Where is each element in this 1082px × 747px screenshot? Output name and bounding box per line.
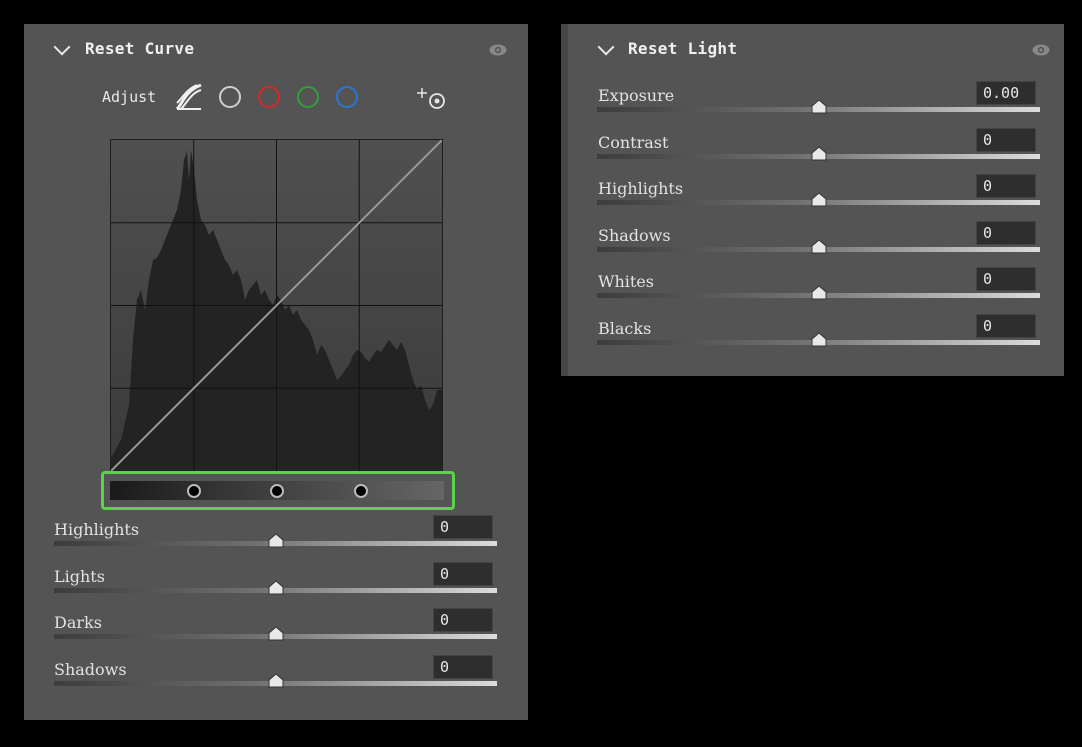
split-strip-frame (101, 471, 455, 510)
value-field-blacks[interactable]: 0 (976, 313, 1036, 338)
targeted-adjustment-icon[interactable] (416, 86, 448, 112)
chevron-down-icon[interactable] (53, 38, 71, 56)
curve-histogram (110, 139, 443, 472)
slider-label-exposure: Exposure (598, 86, 675, 105)
value-field-highlights[interactable]: 0 (433, 515, 493, 539)
eye-icon[interactable] (489, 44, 507, 56)
thumb-icon[interactable] (811, 238, 827, 254)
thumb-icon[interactable] (811, 285, 827, 300)
value-field-shadows[interactable]: 0 (433, 655, 493, 680)
split-point-knob[interactable] (353, 484, 368, 498)
curve-panel-title[interactable]: Reset Curve (85, 39, 194, 58)
slider-label-whites: Whites (598, 272, 654, 291)
curve-panel: Reset Curve Adjust Highlights 0 Lights 0… (24, 24, 528, 720)
slider-label-shadows: Shadows (598, 225, 671, 245)
thumb-icon[interactable] (268, 673, 284, 688)
thumb-icon[interactable] (811, 145, 827, 161)
thumb-icon[interactable] (268, 533, 284, 548)
value-field-contrast[interactable]: 0 (976, 127, 1036, 152)
slider-label-contrast: Contrast (598, 132, 669, 152)
slider-label-shadows: Shadows (54, 660, 127, 680)
slider-label-highlights: Highlights (54, 520, 140, 539)
value-field-exposure[interactable]: 0.00 (976, 81, 1036, 105)
split-point-knob[interactable] (270, 484, 284, 498)
eye-icon[interactable] (1032, 44, 1050, 56)
value-field-shadows[interactable]: 0 (976, 220, 1036, 245)
chevron-down-icon[interactable] (597, 38, 615, 56)
light-panel: Reset Light Exposure 0.00 Contrast 0 Highlig… (561, 24, 1064, 376)
split-point-knob[interactable] (186, 484, 201, 498)
slider-label-blacks: Blacks (598, 318, 652, 338)
parametric-curve-icon[interactable] (175, 83, 203, 111)
value-field-whites[interactable]: 0 (976, 267, 1036, 291)
adjust-label: Adjust (102, 88, 157, 106)
split-strip[interactable] (110, 481, 444, 500)
value-field-darks[interactable]: 0 (433, 608, 493, 633)
thumb-icon[interactable] (811, 99, 827, 114)
slider-label-highlights: Highlights (598, 179, 684, 198)
red-channel-icon[interactable] (258, 86, 280, 108)
panel-edge (561, 24, 568, 376)
value-field-lights[interactable]: 0 (433, 561, 493, 586)
curve-panel-header[interactable]: Reset Curve (24, 24, 528, 72)
slider-label-darks: Darks (54, 613, 102, 633)
luminance-channel-icon[interactable] (219, 86, 241, 108)
curve-graph[interactable] (110, 139, 443, 472)
thumb-icon[interactable] (268, 626, 284, 641)
green-channel-icon[interactable] (297, 86, 319, 108)
thumb-icon[interactable] (268, 580, 284, 595)
blue-channel-icon[interactable] (336, 86, 358, 108)
slider-label-lights: Lights (54, 566, 105, 586)
thumb-icon[interactable] (811, 192, 827, 207)
value-field-highlights[interactable]: 0 (976, 174, 1036, 198)
light-panel-title[interactable]: Reset Light (628, 39, 737, 58)
light-panel-header[interactable]: Reset Light (561, 24, 1064, 72)
thumb-icon[interactable] (811, 331, 827, 347)
